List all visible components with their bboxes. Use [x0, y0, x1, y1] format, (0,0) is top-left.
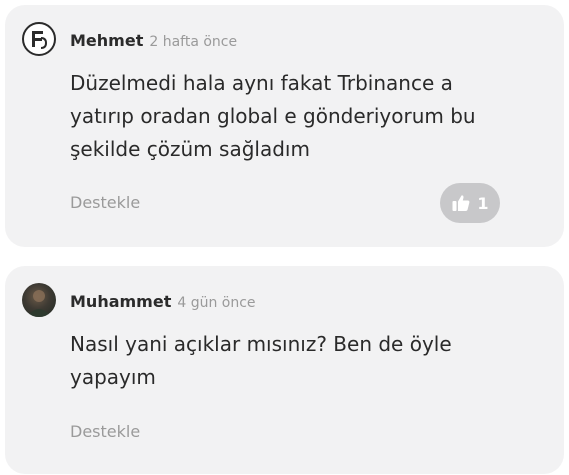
author-name[interactable]: Mehmet: [70, 31, 143, 50]
like-button[interactable]: 1: [440, 183, 500, 223]
avatar-logo-icon: [26, 26, 52, 52]
comment-card: Muhammet 4 gün önce Nasıl yani açıklar mı…: [5, 266, 564, 474]
comment-line: yapayım: [70, 365, 156, 389]
like-count: 1: [477, 193, 489, 213]
avatar[interactable]: [22, 22, 56, 56]
comment-body: Düzelmedi hala aynı fakat Trbinance a ya…: [70, 67, 540, 166]
avatar-photo-icon: [27, 290, 51, 317]
comment-line: Nasıl yani açıklar mısınız? Ben de öyle: [70, 332, 452, 356]
support-button[interactable]: Destekle: [70, 193, 140, 212]
comment-author-line: Mehmet 2 hafta önce: [70, 31, 237, 50]
comment-line: şekilde çözüm sağladım: [70, 137, 310, 161]
comment-author-line: Muhammet 4 gün önce: [70, 292, 256, 311]
thumbs-up-icon: [452, 195, 470, 211]
support-button[interactable]: Destekle: [70, 422, 140, 441]
comment-line: yatırıp oradan global e gönderiyorum bu: [70, 104, 476, 128]
comment-line: Düzelmedi hala aynı fakat Trbinance a: [70, 71, 453, 95]
comment-time: 4 gün önce: [177, 295, 256, 311]
comment-card: Mehmet 2 hafta önce Düzelmedi hala aynı f…: [5, 5, 564, 247]
comment-time: 2 hafta önce: [149, 34, 238, 50]
avatar[interactable]: [22, 283, 56, 317]
comment-body: Nasıl yani açıklar mısınız? Ben de öyle …: [70, 328, 540, 394]
author-name[interactable]: Muhammet: [70, 292, 171, 311]
